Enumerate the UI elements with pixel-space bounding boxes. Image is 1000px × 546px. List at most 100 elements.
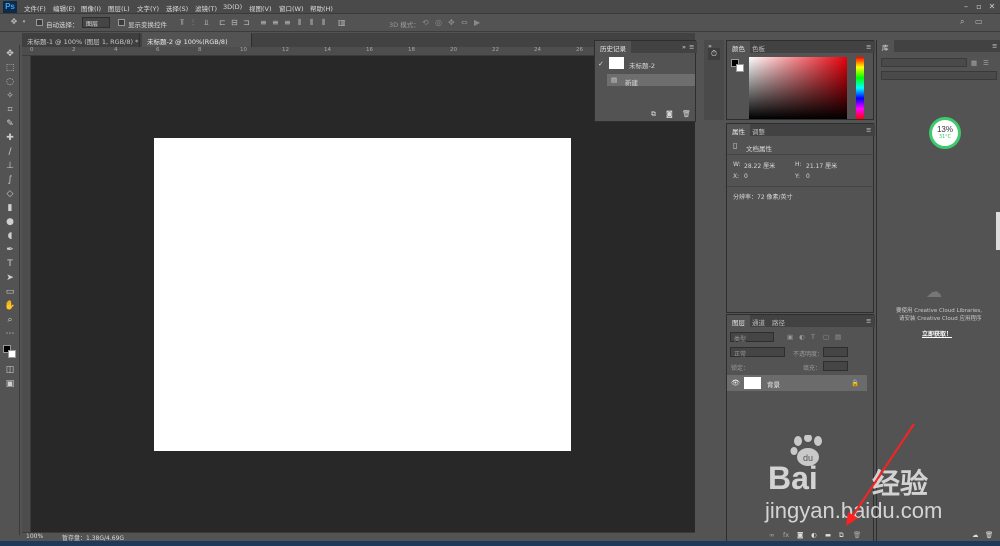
grid-view-icon[interactable]: ▦	[971, 59, 977, 67]
filter-pixel-icon[interactable]: ▣	[787, 333, 793, 341]
distribute-right-icon[interactable]: ⦀	[322, 18, 326, 28]
library-dropdown[interactable]	[881, 58, 967, 67]
fill-field[interactable]	[823, 361, 848, 371]
history-step-row[interactable]	[607, 74, 695, 86]
3d-roll-icon[interactable]: ◎	[435, 18, 442, 28]
menu-help[interactable]: 帮助(H)	[310, 3, 333, 13]
performance-badge[interactable]: 13% 31°C	[929, 117, 961, 149]
height-value[interactable]: 21.17 厘米	[806, 161, 837, 170]
distribute-hcenter-icon[interactable]: ⦀	[310, 18, 314, 28]
trash-icon[interactable]: 🗑	[682, 110, 691, 118]
lock-icon[interactable]: 🔒	[851, 379, 859, 387]
trash-icon[interactable]: 🗑	[985, 531, 993, 539]
brush-icon[interactable]: ∕	[3, 146, 17, 158]
screen-mode-icon[interactable]: ▣	[3, 378, 17, 390]
eye-icon[interactable]: 👁	[731, 379, 740, 387]
zoom-level[interactable]: 100%	[26, 533, 43, 540]
brush-source-icon[interactable]: ✓	[598, 60, 604, 68]
lasso-icon[interactable]: ◌	[3, 76, 17, 88]
align-vcenter-icon[interactable]: ⫶	[192, 18, 194, 28]
gradient-icon[interactable]: ▮	[3, 202, 17, 214]
tab-history[interactable]: 历史记录	[595, 41, 631, 53]
distribute-left-icon[interactable]: ⦀	[298, 18, 302, 28]
filter-shape-icon[interactable]: ▢	[823, 333, 829, 341]
folder-icon[interactable]: ▬	[825, 531, 831, 539]
tab-libraries[interactable]: 库	[877, 40, 894, 52]
width-value[interactable]: 28.22 厘米	[744, 161, 775, 170]
new-layer-icon[interactable]: ⧉	[839, 531, 844, 540]
link-icon[interactable]: ∞	[769, 531, 774, 539]
path-select-icon[interactable]: ➤	[3, 272, 17, 284]
more-tools-icon[interactable]: ⋯	[3, 328, 17, 340]
layer-row[interactable]: 👁 背景 🔒	[727, 375, 867, 391]
search-icon[interactable]: ⌕	[960, 17, 964, 27]
eraser-icon[interactable]: ◇	[3, 188, 17, 200]
magic-wand-icon[interactable]: ✧	[3, 90, 17, 102]
auto-select-checkbox[interactable]	[36, 19, 43, 26]
stamp-icon[interactable]: ⊥	[3, 160, 17, 172]
document-canvas[interactable]	[154, 138, 571, 451]
tab-paths[interactable]: 路径	[767, 315, 790, 327]
history-dock-icon[interactable]: ⏱	[708, 48, 720, 60]
camera-icon[interactable]: ◙	[666, 110, 673, 118]
align-hcenter-icon[interactable]: ⊟	[231, 18, 238, 28]
marquee-icon[interactable]: ⬚	[3, 62, 17, 74]
menu-layer[interactable]: 图层(L)	[108, 3, 130, 13]
snapshot-label[interactable]: 未标题-2	[629, 60, 655, 70]
panel-menu-icon[interactable]: ≡	[866, 43, 871, 51]
collapse-icon[interactable]: »	[682, 43, 686, 51]
zoom-icon[interactable]: ⌕	[3, 314, 17, 326]
panel-menu-icon[interactable]: ≡	[689, 43, 694, 51]
mask-icon[interactable]: ◙	[797, 531, 803, 539]
menu-image[interactable]: 图像(I)	[81, 3, 101, 13]
pen-icon[interactable]: ✒	[3, 244, 17, 256]
side-scroll-handle[interactable]	[996, 212, 1000, 250]
menu-select[interactable]: 选择(S)	[166, 3, 188, 13]
auto-select-dropdown[interactable]: 图层	[82, 17, 110, 28]
cloud-icon[interactable]: ☁	[972, 531, 979, 539]
menu-edit[interactable]: 编辑(E)	[53, 3, 75, 13]
chevron-down-icon[interactable]: ▾	[21, 17, 27, 27]
filter-type-icon[interactable]: T	[811, 333, 815, 341]
tab-swatches[interactable]: 色板	[747, 41, 770, 53]
healing-icon[interactable]: ✚	[3, 132, 17, 144]
3d-scale-icon[interactable]: ▶	[474, 18, 480, 28]
menu-file[interactable]: 文件(F)	[24, 3, 46, 13]
align-top-icon[interactable]: ⫪	[180, 18, 185, 28]
blur-icon[interactable]: ●	[3, 216, 17, 228]
minimize-icon[interactable]: –	[961, 2, 971, 11]
3d-pan-icon[interactable]: ✥	[448, 18, 455, 28]
dodge-icon[interactable]: ◖	[3, 230, 17, 242]
filter-adjust-icon[interactable]: ◐	[799, 333, 805, 341]
background-color-swatch[interactable]	[8, 350, 16, 358]
close-icon[interactable]: ✕	[987, 2, 997, 11]
move-tool-icon[interactable]: ✥	[8, 17, 20, 27]
color-field[interactable]	[749, 57, 847, 119]
menu-3d[interactable]: 3D(D)	[223, 3, 242, 11]
move-icon[interactable]: ✥	[3, 48, 17, 60]
hand-icon[interactable]: ✋	[3, 300, 17, 312]
trash-icon[interactable]: 🗑	[853, 531, 861, 539]
y-value[interactable]: 0	[806, 173, 810, 180]
restore-icon[interactable]: ▫	[974, 2, 984, 11]
adjustment-icon[interactable]: ◐	[811, 531, 817, 539]
menu-filter[interactable]: 滤镜(T)	[195, 3, 217, 13]
crop-icon[interactable]: ⌗	[3, 104, 17, 116]
filter-smart-icon[interactable]: ▤	[835, 333, 841, 341]
menu-view[interactable]: 视图(V)	[249, 3, 272, 13]
tab-document-2[interactable]: 未标题-2 @ 100%(RGB/8)	[142, 33, 252, 47]
hue-slider[interactable]	[856, 57, 864, 119]
new-document-icon[interactable]: ⧉	[651, 110, 656, 119]
background-swatch[interactable]	[736, 64, 744, 72]
3d-rotate-icon[interactable]: ⟲	[422, 18, 429, 28]
history-brush-icon[interactable]: ∫	[3, 174, 17, 186]
blend-mode-dropdown[interactable]: 正常	[730, 347, 785, 358]
shape-icon[interactable]: ▭	[3, 286, 17, 298]
3d-slide-icon[interactable]: ⇔	[461, 18, 468, 28]
panel-menu-icon[interactable]: ≡	[992, 42, 997, 50]
distribute-top-icon[interactable]: ≡	[260, 18, 267, 28]
x-value[interactable]: 0	[744, 173, 748, 180]
distribute-vcenter-icon[interactable]: ≡	[272, 18, 279, 28]
fx-icon[interactable]: fx	[783, 531, 789, 539]
panel-menu-icon[interactable]: ≡	[866, 126, 871, 134]
